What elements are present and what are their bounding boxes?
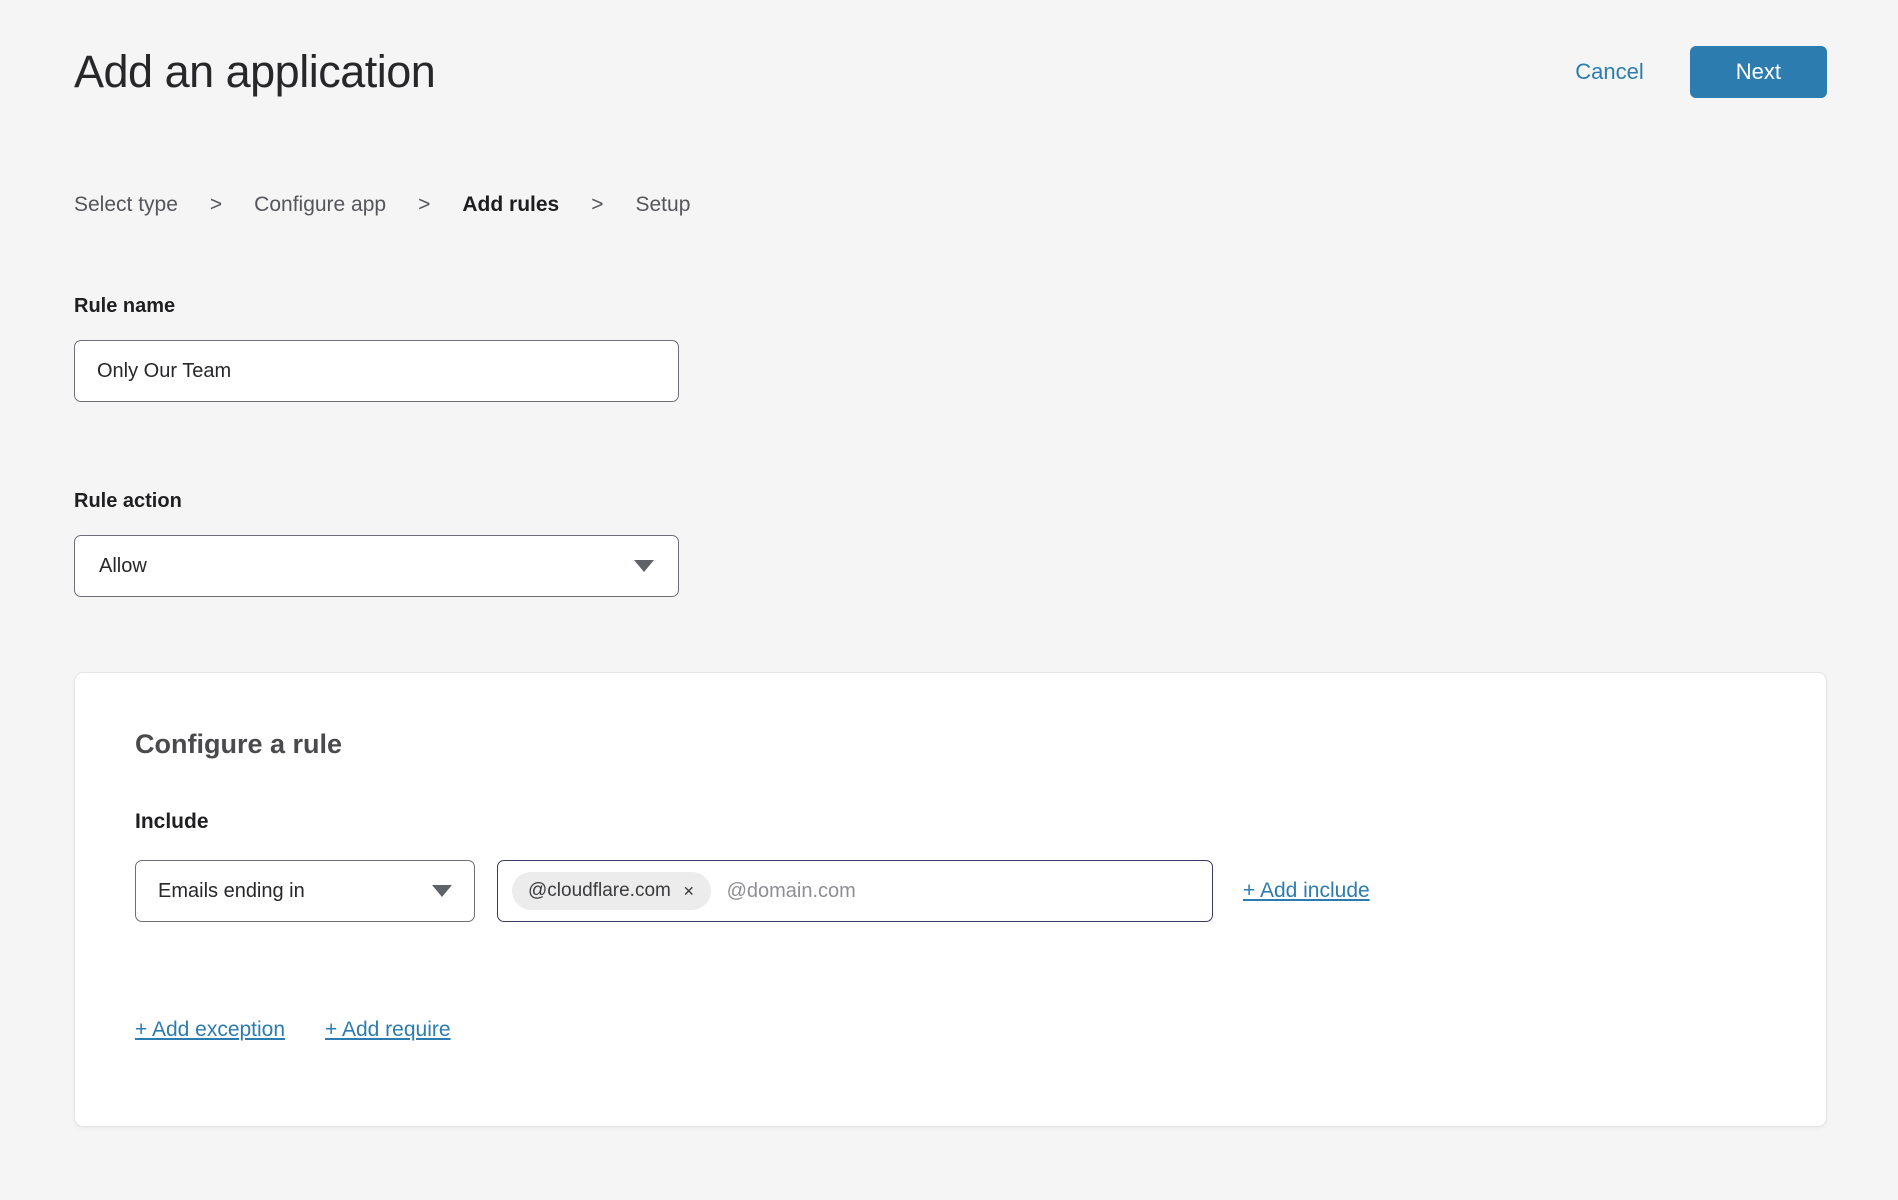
rule-name-label: Rule name <box>74 293 1827 320</box>
breadcrumb-separator: > <box>591 193 603 217</box>
include-selector-value: Emails ending in <box>158 880 305 903</box>
chevron-down-icon <box>634 560 654 572</box>
breadcrumb-step-select-type[interactable]: Select type <box>74 193 178 217</box>
rule-action-select[interactable]: Allow <box>74 535 679 597</box>
email-domain-input[interactable] <box>727 880 1198 903</box>
add-require-link[interactable]: + Add require <box>325 1018 451 1042</box>
email-domains-field[interactable]: @cloudflare.com ✕ <box>497 860 1213 922</box>
rule-name-input[interactable] <box>74 340 679 402</box>
page-header: Add an application Cancel Next <box>74 46 1827 98</box>
include-label: Include <box>135 810 1766 834</box>
breadcrumb-step-add-rules[interactable]: Add rules <box>462 193 559 217</box>
add-exception-link[interactable]: + Add exception <box>135 1018 285 1042</box>
breadcrumb-step-configure-app[interactable]: Configure app <box>254 193 386 217</box>
breadcrumb-separator: > <box>418 193 430 217</box>
add-application-page: Add an application Cancel Next Select ty… <box>0 0 1898 1127</box>
breadcrumb-step-setup[interactable]: Setup <box>636 193 691 217</box>
configure-rule-card: Configure a rule Include Emails ending i… <box>74 672 1827 1127</box>
email-domain-chip: @cloudflare.com ✕ <box>512 872 711 910</box>
chip-remove-icon[interactable]: ✕ <box>683 884 695 898</box>
include-row: Emails ending in @cloudflare.com ✕ + Add… <box>135 860 1766 922</box>
email-domain-chip-label: @cloudflare.com <box>528 880 671 902</box>
rule-action-label: Rule action <box>74 488 1827 515</box>
rule-card-title: Configure a rule <box>135 729 1766 760</box>
include-selector-select[interactable]: Emails ending in <box>135 860 475 922</box>
page-title: Add an application <box>74 46 435 98</box>
chevron-down-icon <box>432 885 452 897</box>
cancel-button[interactable]: Cancel <box>1575 59 1643 85</box>
add-include-link[interactable]: + Add include <box>1243 879 1370 903</box>
rule-action-selected-value: Allow <box>99 555 147 578</box>
next-button[interactable]: Next <box>1690 46 1827 98</box>
breadcrumb-separator: > <box>210 193 222 217</box>
header-actions: Cancel Next <box>1575 46 1827 98</box>
breadcrumb: Select type > Configure app > Add rules … <box>74 193 1827 217</box>
rule-card-links: + Add exception + Add require <box>135 1018 1766 1042</box>
